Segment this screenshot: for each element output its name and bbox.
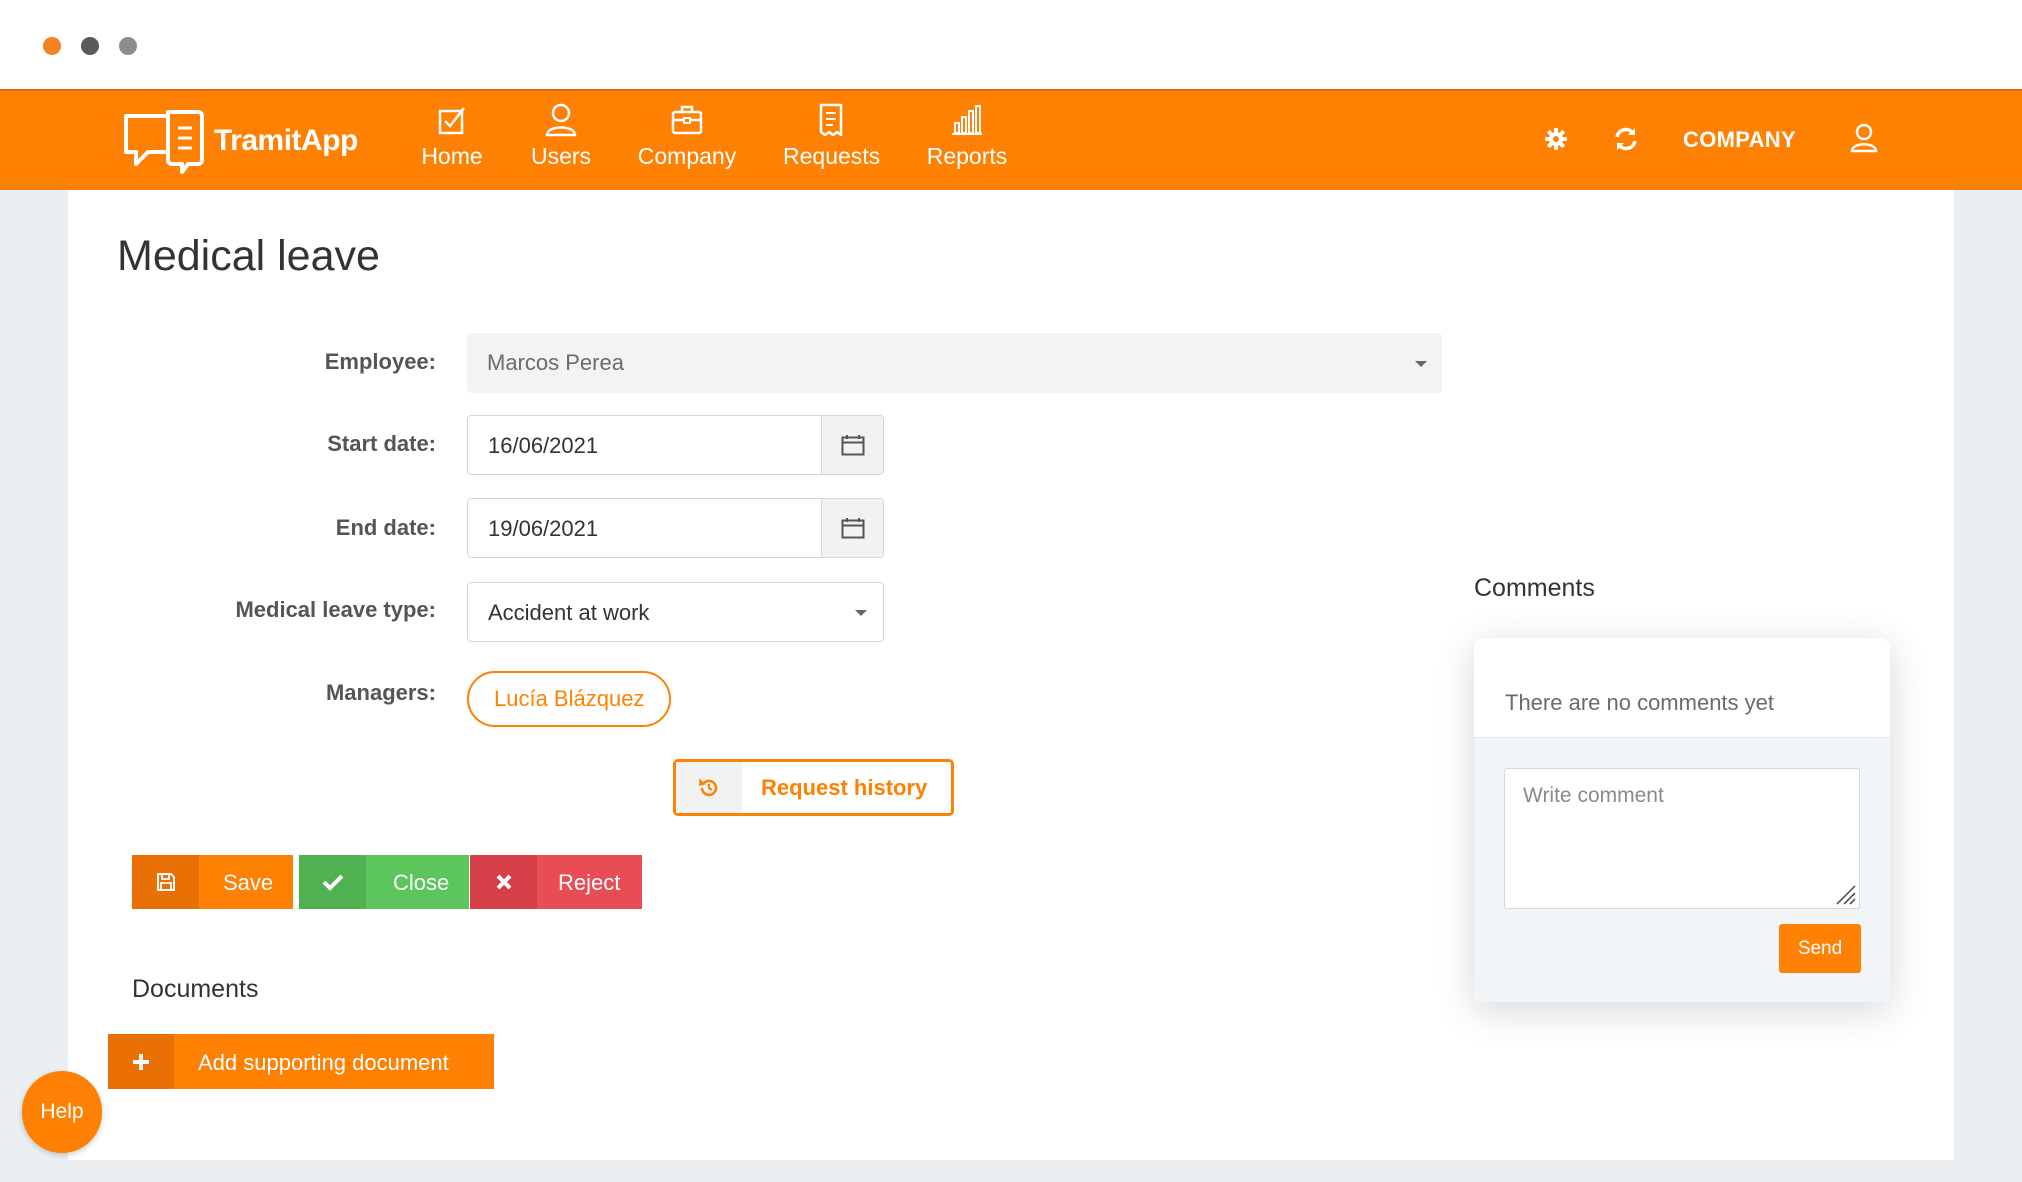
x-icon [496,874,511,890]
start-date-field[interactable]: 16/06/2021 [467,415,884,475]
nav-users-label: Users [530,143,592,169]
help-button[interactable]: Help [22,1071,102,1153]
add-icon-box [108,1034,174,1089]
close-request-button[interactable]: Close [299,855,469,909]
page-background-right [1954,190,2022,1182]
nav-reports[interactable]: Reports [926,103,1008,170]
profile-button[interactable] [1850,123,1878,158]
comment-textarea[interactable] [1504,768,1860,909]
nav-company-label: Company [637,143,737,169]
managers-label: Managers: [325,680,436,705]
bar-chart-icon [952,105,982,135]
page-background-bottom [0,1160,2022,1182]
logo[interactable]: TramitApp [122,106,358,176]
resize-handle-icon[interactable] [1831,880,1857,906]
reject-icon-box [470,855,537,909]
page-title: Medical leave [117,232,380,280]
receipt-icon [819,103,843,137]
manager-tag[interactable]: Lucía Blázquez [467,671,672,727]
window-minimize-button[interactable] [81,37,99,55]
nav-company[interactable]: Company [637,103,737,170]
nav-users[interactable]: Users [529,103,593,170]
employee-select[interactable]: Marcos Perea [467,333,1442,393]
window-titlebar [0,0,2022,89]
logo-text: TramitApp [214,124,358,157]
save-button[interactable]: Save [132,855,293,909]
nav-home[interactable]: Home [421,103,483,170]
briefcase-icon [671,105,703,135]
refresh-button[interactable] [1613,126,1639,157]
comments-title: Comments [1474,574,1595,602]
page-background-left [0,190,68,1182]
close-icon-box [299,855,366,909]
close-label: Close [393,870,450,895]
start-date-value: 16/06/2021 [488,433,599,458]
plus-icon [133,1053,149,1070]
checkmark-icon [322,874,343,891]
save-label: Save [223,870,274,895]
history-icon-box [676,762,742,813]
calendar-icon [841,518,864,539]
add-supporting-document-label: Add supporting document [198,1050,449,1075]
request-history-label: Request history [761,775,928,800]
comments-panel: There are no comments yet Send [1474,638,1890,1002]
reject-label: Reject [558,870,621,895]
leave-type-select[interactable]: Accident at work [467,582,884,642]
end-date-calendar-button[interactable] [821,499,883,557]
history-icon [699,777,718,796]
nav-requests-label: Requests [783,143,881,169]
employee-value: Marcos Perea [487,350,624,375]
start-date-calendar-button[interactable] [821,416,883,474]
employee-label: Employee: [324,349,436,374]
settings-button[interactable] [1544,127,1568,156]
speech-bubble-logo-icon [124,110,204,174]
chevron-down-icon [1415,361,1427,367]
leave-type-value: Accident at work [488,600,650,625]
end-date-value: 19/06/2021 [488,516,599,541]
nav-requests[interactable]: Requests [783,103,881,170]
save-icon-box [132,855,199,909]
request-history-button[interactable]: Request history [673,759,954,816]
chevron-down-icon [855,610,867,616]
no-comments-text: There are no comments yet [1505,690,1775,715]
window-maximize-button[interactable] [119,37,137,55]
leave-type-label: Medical leave type: [235,597,436,622]
refresh-icon [1615,127,1637,151]
reject-button[interactable]: Reject [470,855,642,909]
send-comment-button[interactable]: Send [1779,924,1861,973]
comment-composer: Send [1474,737,1890,1002]
calendar-icon [841,435,864,456]
user-icon [545,103,577,137]
gear-icon [1545,128,1567,150]
start-date-label: Start date: [327,431,436,456]
window-close-button[interactable] [43,37,61,55]
add-supporting-document-button[interactable]: Add supporting document [108,1034,494,1089]
nav-reports-label: Reports [926,143,1008,169]
end-date-field[interactable]: 19/06/2021 [467,498,884,558]
user-icon [1850,123,1878,153]
company-menu[interactable]: COMPANY [1683,127,1796,153]
documents-title: Documents [132,975,259,1003]
top-navbar: TramitApp Home Users Company Requests Re… [0,89,2022,190]
floppy-disk-icon [156,873,175,891]
end-date-label: End date: [335,515,436,540]
nav-home-label: Home [421,143,483,169]
checkbox-icon [438,107,465,135]
